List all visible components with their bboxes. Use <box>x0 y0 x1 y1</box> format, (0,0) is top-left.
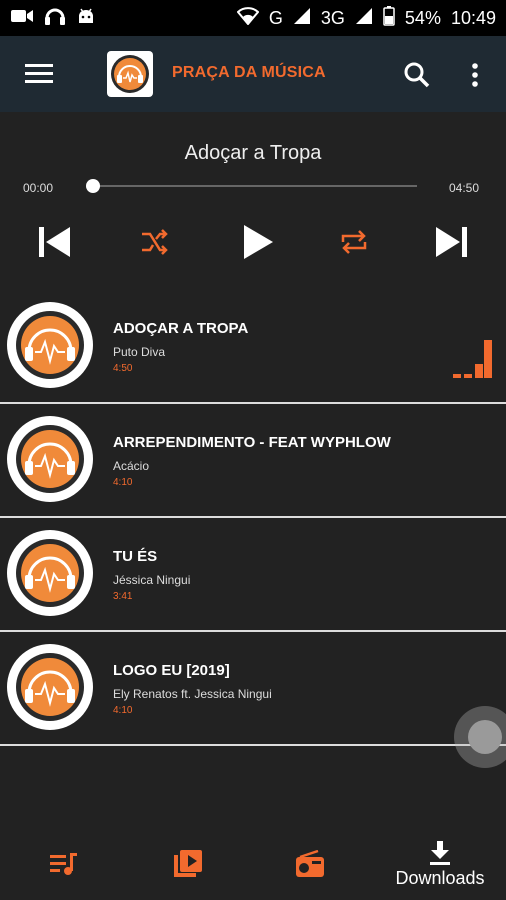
nav-radio[interactable] <box>290 828 330 900</box>
song-cover <box>7 302 93 388</box>
song-list: ADOÇAR A TROPA Puto Diva 4:50 ARREPENDIM… <box>0 290 506 746</box>
battery-percent: 54% <box>404 7 441 28</box>
bottom-navigation: Downloads <box>0 828 506 900</box>
elapsed-time: 00:00 <box>23 181 54 195</box>
menu-icon[interactable] <box>22 60 56 88</box>
repeat-button[interactable] <box>336 218 372 266</box>
radio-icon <box>296 850 324 877</box>
nav-downloads[interactable]: Downloads <box>388 828 492 900</box>
nav-video[interactable] <box>168 828 208 900</box>
song-duration: 4:50 <box>113 363 133 374</box>
shuffle-icon <box>142 229 168 255</box>
wifi-icon <box>236 6 260 30</box>
seek-track[interactable] <box>92 185 417 187</box>
android-icon <box>76 6 96 31</box>
song-title: TU ÉS <box>113 548 158 565</box>
network-g-label: G <box>268 7 283 28</box>
total-time: 04:50 <box>449 181 480 195</box>
floating-touch-inner <box>468 720 502 754</box>
video-camera-icon <box>10 7 34 30</box>
now-playing-title: Adoçar a Tropa <box>184 142 322 164</box>
battery-icon <box>383 5 395 31</box>
song-title: LOGO EU [2019] <box>113 662 230 679</box>
play-icon <box>244 225 273 259</box>
song-cover <box>7 416 93 502</box>
song-artist: Ely Renatos ft. Jessica Ningui <box>113 687 272 701</box>
signal-icon <box>293 7 311 30</box>
song-duration: 4:10 <box>113 477 133 488</box>
download-icon <box>430 840 450 865</box>
video-library-icon <box>174 850 202 877</box>
repeat-icon <box>341 230 367 254</box>
skip-next-icon <box>436 227 467 257</box>
status-bar: G 3G 54% 10:49 <box>0 0 506 36</box>
song-item[interactable]: TU ÉS Jéssica Ningui 3:41 <box>0 518 506 632</box>
player-panel: Adoçar a Tropa 00:00 04:50 <box>0 112 506 292</box>
clock: 10:49 <box>450 7 496 28</box>
previous-button[interactable] <box>34 218 74 266</box>
play-button[interactable] <box>238 218 278 266</box>
equalizer-icon <box>453 340 492 378</box>
headphones-icon <box>44 6 66 31</box>
app-logo <box>107 51 153 97</box>
song-artist: Jéssica Ningui <box>113 573 191 587</box>
playlist-icon <box>50 853 77 875</box>
nav-playlist[interactable] <box>44 828 84 900</box>
song-cover <box>7 530 93 616</box>
song-item[interactable]: ARREPENDIMENTO - FEAT WYPHLOW Acácio 4:1… <box>0 404 506 518</box>
song-item[interactable]: ADOÇAR A TROPA Puto Diva 4:50 <box>0 290 506 404</box>
network-3g-label: 3G <box>320 7 345 28</box>
skip-previous-icon <box>39 227 70 257</box>
song-artist: Puto Diva <box>113 345 166 359</box>
song-item[interactable]: LOGO EU [2019] Ely Renatos ft. Jessica N… <box>0 632 506 746</box>
signal-icon-2 <box>355 7 373 30</box>
song-title: ADOÇAR A TROPA <box>113 320 249 337</box>
search-icon[interactable] <box>402 60 432 90</box>
song-duration: 4:10 <box>113 705 133 716</box>
app-bar: PRAÇA DA MÚSICA <box>0 36 506 112</box>
next-button[interactable] <box>432 218 472 266</box>
song-title: ARREPENDIMENTO - FEAT WYPHLOW <box>113 434 391 451</box>
song-cover <box>7 644 93 730</box>
more-vert-icon[interactable] <box>466 60 484 90</box>
seek-thumb[interactable] <box>86 179 100 193</box>
song-duration: 3:41 <box>113 591 133 602</box>
song-artist: Acácio <box>113 459 150 473</box>
floating-touch-button[interactable] <box>454 706 506 768</box>
shuffle-button[interactable] <box>136 218 172 266</box>
app-title: PRAÇA DA MÚSICA <box>172 64 326 81</box>
nav-downloads-label: Downloads <box>395 867 485 888</box>
